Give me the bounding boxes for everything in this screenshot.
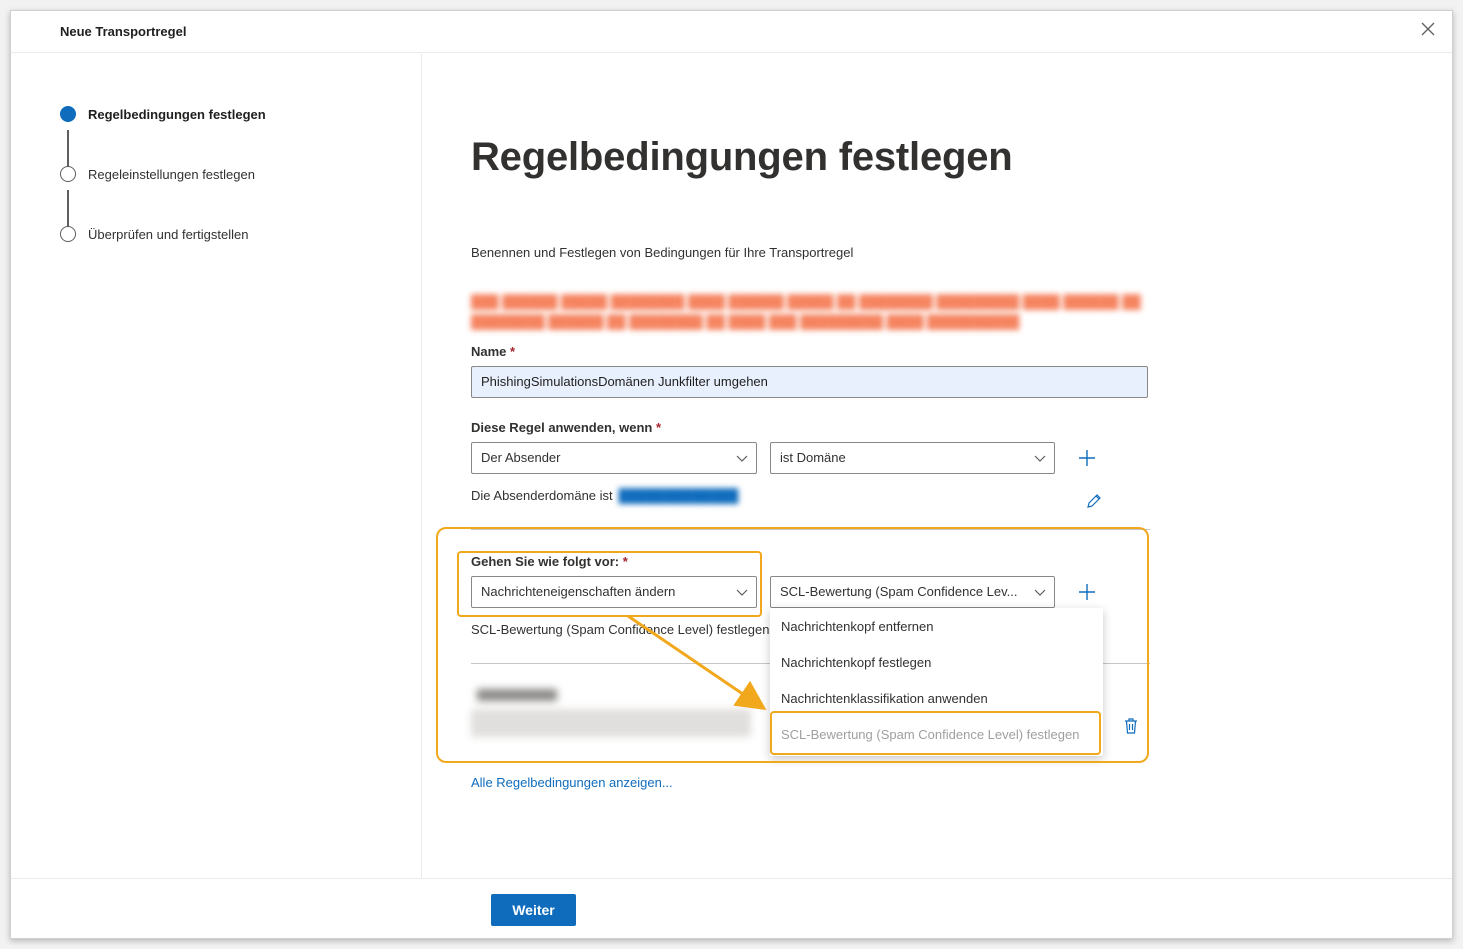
step-label: Überprüfen und fertigstellen (88, 227, 249, 242)
show-all-conditions-link[interactable]: Alle Regelbedingungen anzeigen... (471, 775, 673, 790)
blurred-domain-link[interactable]: █████████████ (619, 488, 739, 503)
transport-rule-dialog: Neue Transportregel Regelbedingungen fes… (10, 10, 1453, 939)
blurred-warning: ███ ██████ █████ ████████ ████ ██████ ██… (471, 294, 1141, 329)
step-connector (67, 130, 69, 168)
add-action-icon[interactable] (1077, 582, 1097, 602)
step-pending-indicator-icon (60, 166, 76, 182)
close-icon[interactable] (1420, 21, 1440, 41)
dialog-title: Neue Transportregel (60, 24, 187, 39)
action-summary: SCL-Bewertung (Spam Confidence Level) fe… (471, 622, 770, 637)
action-detail-select[interactable]: SCL-Bewertung (Spam Confidence Lev... (770, 576, 1055, 608)
chevron-down-icon (736, 455, 748, 462)
chevron-down-icon (736, 589, 748, 596)
condition-summary: Die Absenderdomäne ist █████████████ (471, 488, 739, 503)
name-field-label: Name * (471, 344, 516, 359)
edit-pencil-icon[interactable] (1085, 492, 1103, 510)
section-divider (471, 529, 1150, 530)
action-detail-dropdown: Nachrichtenkopf entfernen Nachrichtenkop… (770, 608, 1103, 756)
apply-condition-label: Diese Regel anwenden, wenn * (471, 420, 662, 435)
chevron-down-icon (1034, 455, 1046, 462)
step-connector (67, 190, 69, 228)
dropdown-option-apply-classification[interactable]: Nachrichtenklassifikation anwenden (770, 680, 1103, 716)
dropdown-option-set-scl[interactable]: SCL-Bewertung (Spam Confidence Level) fe… (770, 716, 1103, 752)
step-label: Regeleinstellungen festlegen (88, 167, 255, 182)
condition-subject-select[interactable]: Der Absender (471, 442, 757, 474)
action-category-select[interactable]: Nachrichteneigenschaften ändern (471, 576, 757, 608)
page-description: Benennen und Festlegen von Bedingungen f… (471, 245, 854, 260)
dropdown-option-remove-header[interactable]: Nachrichtenkopf entfernen (770, 608, 1103, 644)
step-active-indicator-icon (60, 106, 76, 122)
add-condition-icon[interactable] (1077, 448, 1097, 468)
name-input[interactable]: PhishingSimulationsDomänen Junkfilter um… (471, 366, 1148, 398)
page-title: Regelbedingungen festlegen (471, 135, 1013, 179)
delete-trash-icon[interactable] (1123, 717, 1139, 735)
step-pending-indicator-icon (60, 226, 76, 242)
dropdown-option-set-header[interactable]: Nachrichtenkopf festlegen (770, 644, 1103, 680)
dialog-footer: Weiter (11, 878, 1452, 938)
chevron-down-icon (1034, 589, 1046, 596)
condition-predicate-select[interactable]: ist Domäne (770, 442, 1055, 474)
next-button[interactable]: Weiter (491, 894, 576, 926)
dialog-header: Neue Transportregel (11, 11, 1452, 53)
wizard-steps: Regelbedingungen festlegen Regeleinstell… (11, 54, 422, 880)
step-label: Regelbedingungen festlegen (88, 107, 266, 122)
blurred-exception-block (471, 685, 761, 741)
action-label: Gehen Sie wie folgt vor: * (471, 554, 628, 569)
